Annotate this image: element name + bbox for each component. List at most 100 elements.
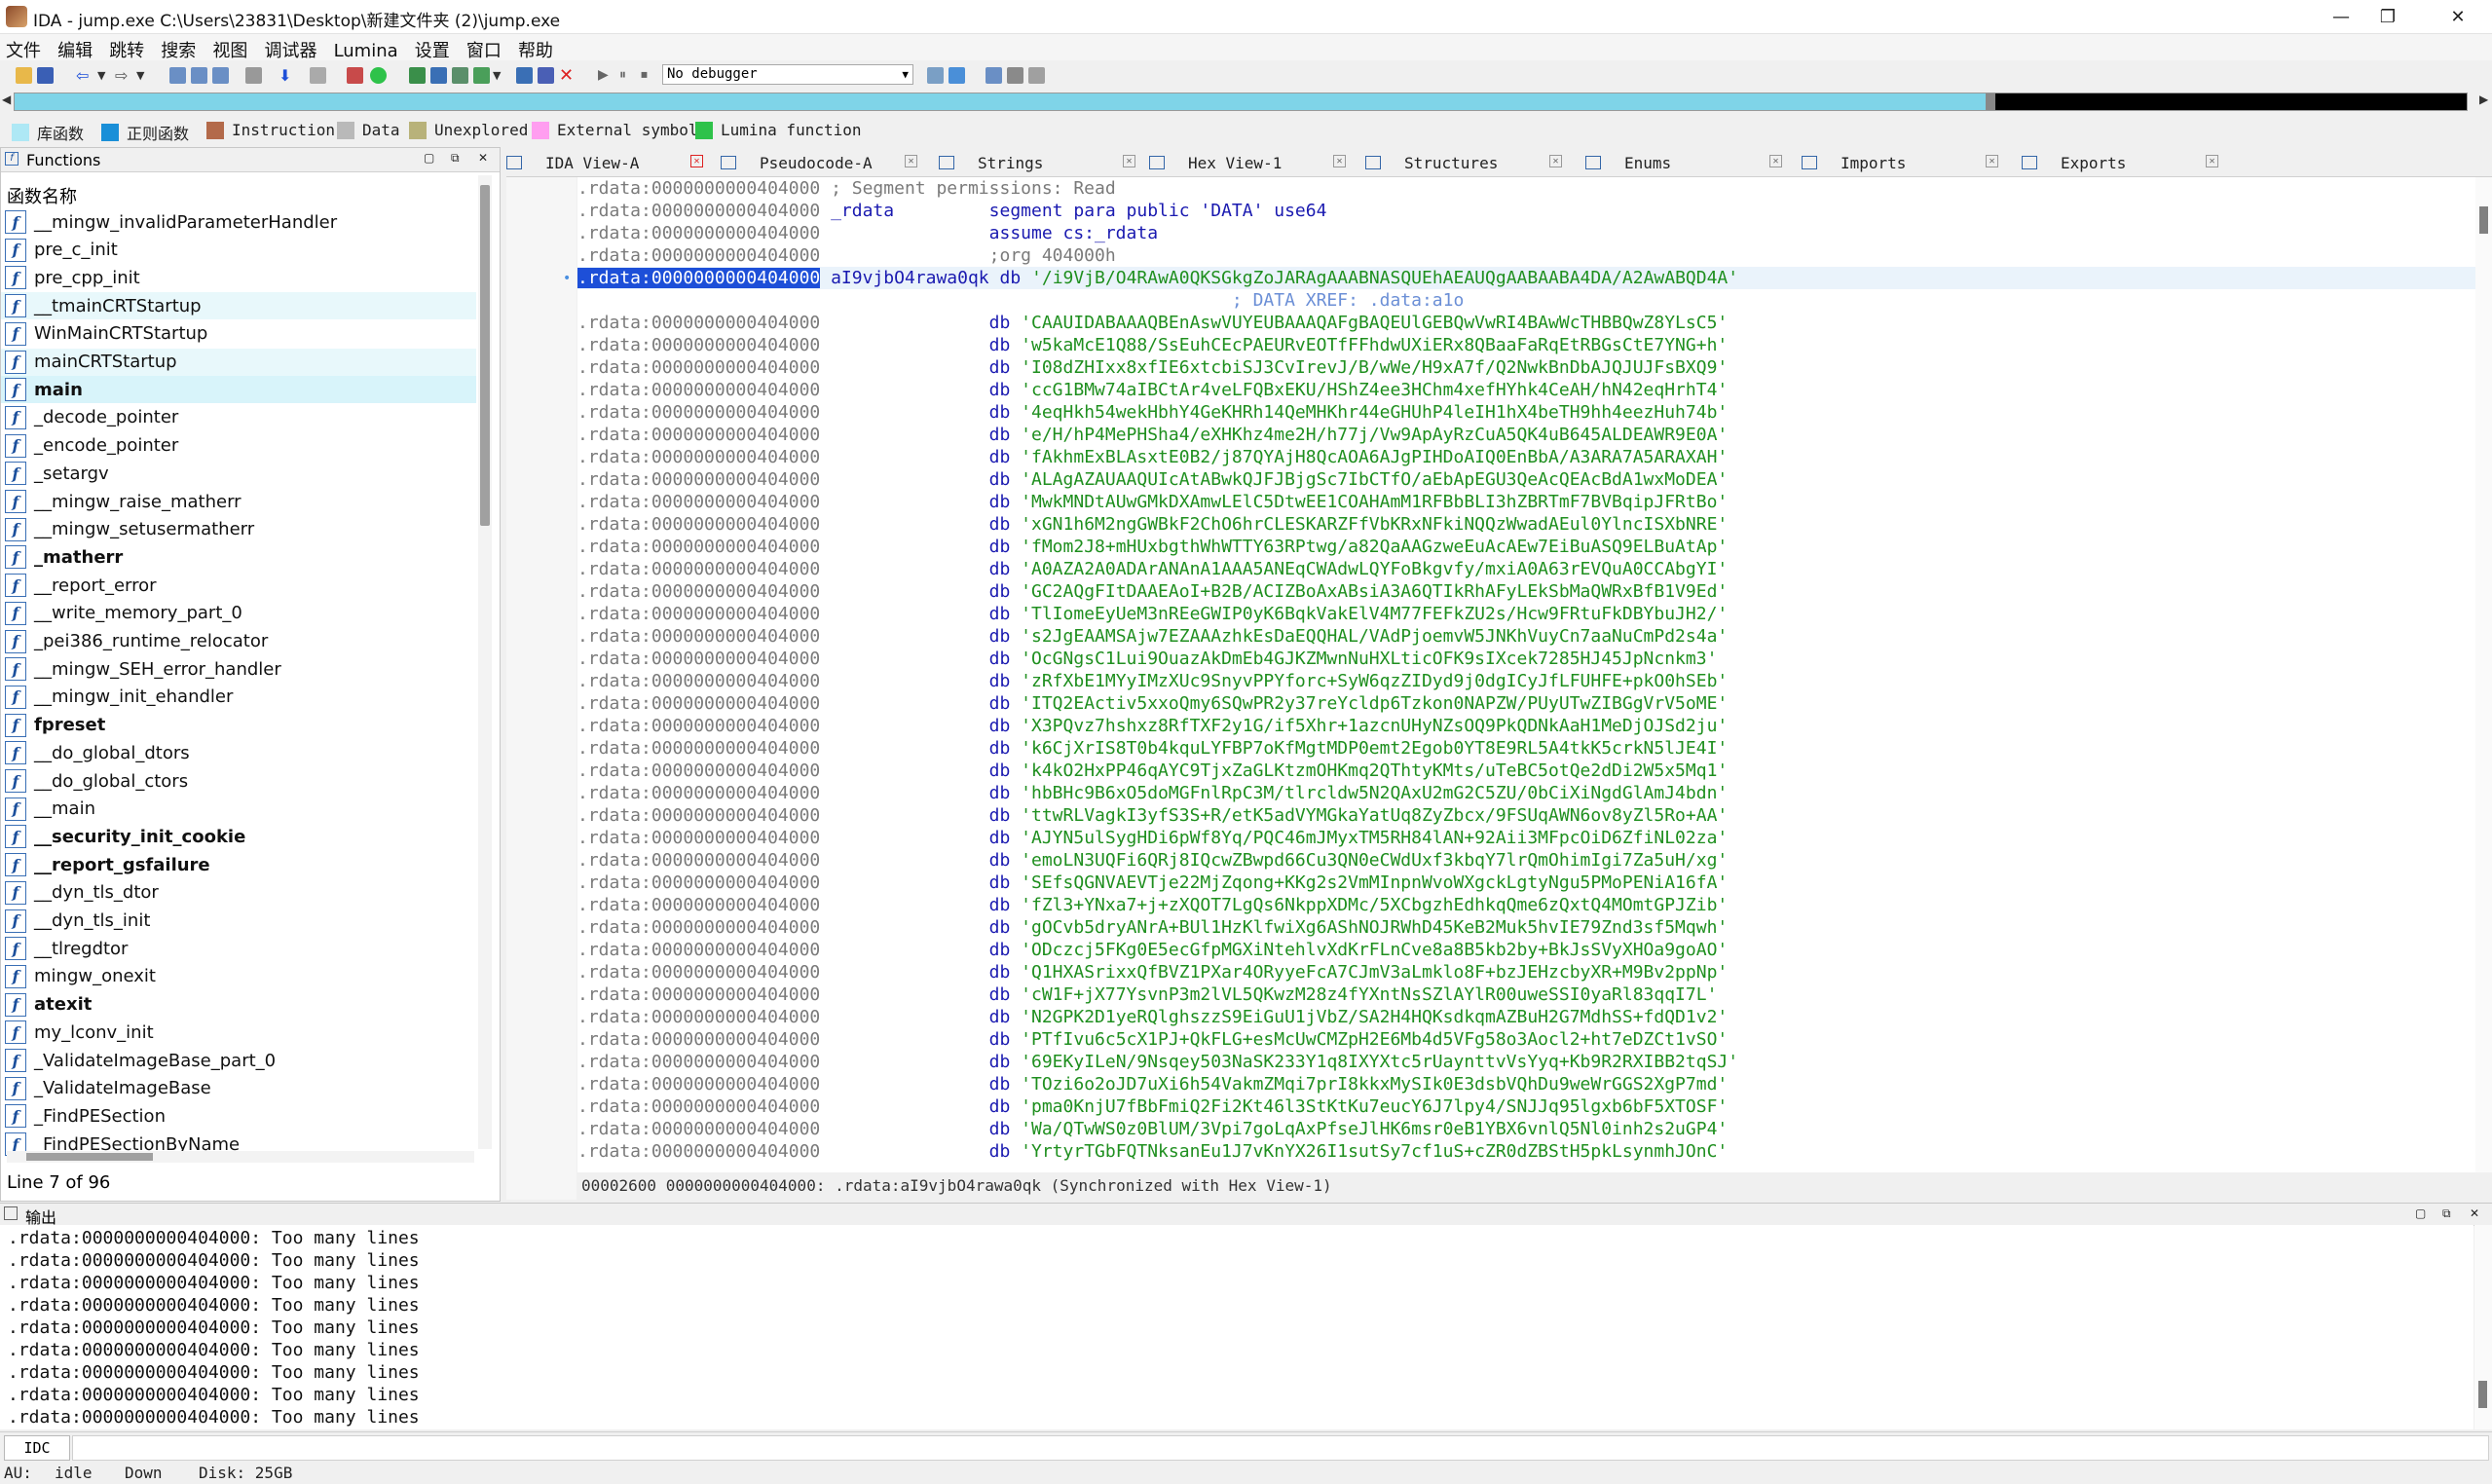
disasm-line[interactable]: .rdata:0000000000404000 db 'gOCvb5dryANr… bbox=[577, 916, 2475, 939]
functions-horizontal-scrollbar[interactable] bbox=[7, 1151, 474, 1163]
function-row[interactable]: f main bbox=[1, 376, 476, 404]
code-icon[interactable] bbox=[245, 67, 262, 84]
function-row[interactable]: f __tlregdtor bbox=[1, 935, 476, 962]
disasm-line[interactable]: .rdata:0000000000404000 db 'emoLN3UQFi6Q… bbox=[577, 849, 2475, 872]
names-dropdown-icon[interactable]: ▼ bbox=[493, 67, 509, 84]
idc-command-input[interactable] bbox=[72, 1435, 2489, 1461]
disasm-line[interactable]: .rdata:0000000000404000 db 'YrtyrTGbFQTN… bbox=[577, 1140, 2475, 1163]
scrollbar-thumb[interactable] bbox=[26, 1153, 153, 1161]
scrollbar-thumb[interactable] bbox=[2479, 206, 2488, 234]
disasm-line[interactable]: .rdata:0000000000404000 assume cs:_rdata bbox=[577, 222, 2475, 244]
xrefs-icon[interactable] bbox=[452, 67, 468, 84]
function-row[interactable]: f __security_init_cookie bbox=[1, 823, 476, 850]
functions-column-header[interactable]: 函数名称 bbox=[7, 183, 77, 208]
function-row[interactable]: f __mingw_invalidParameterHandler bbox=[1, 208, 476, 236]
disasm-line[interactable]: .rdata:0000000000404000 db 'ITQ2EActiv5x… bbox=[577, 692, 2475, 715]
jump-down-icon[interactable]: ⬇ bbox=[279, 67, 295, 84]
disasm-line[interactable]: .rdata:0000000000404000 db 'cW1F+jX77Ysv… bbox=[577, 983, 2475, 1006]
disasm-line[interactable]: .rdata:0000000000404000 _rdata segment p… bbox=[577, 200, 2475, 222]
function-row[interactable]: f pre_c_init bbox=[1, 237, 476, 264]
attach-icon[interactable] bbox=[927, 67, 944, 84]
tab-structures[interactable]: Structures ✕ bbox=[1365, 149, 1570, 176]
menu-jump[interactable]: 跳转 bbox=[103, 34, 150, 62]
copy-icon[interactable] bbox=[169, 67, 186, 84]
graph-icon[interactable] bbox=[347, 67, 363, 84]
function-row[interactable]: f __mingw_SEH_error_handler bbox=[1, 655, 476, 683]
panel-float-icon[interactable]: ⧉ bbox=[2442, 1206, 2451, 1221]
disasm-line[interactable]: .rdata:0000000000404000 db 'Wa/QTwWS0z0B… bbox=[577, 1118, 2475, 1140]
tab-close-icon[interactable]: ✕ bbox=[1333, 155, 1346, 167]
function-row[interactable]: f _ValidateImageBase_part_0 bbox=[1, 1047, 476, 1074]
menu-lumina[interactable]: Lumina bbox=[328, 38, 404, 61]
disasm-line[interactable]: .rdata:0000000000404000 db 'PTfIvu6c5cX1… bbox=[577, 1028, 2475, 1051]
disasm-line[interactable]: .rdata:0000000000404000 db 'k6CjXrIS8T0b… bbox=[577, 737, 2475, 760]
disasm-line[interactable]: .rdata:0000000000404000 ; Segment permis… bbox=[577, 177, 2475, 200]
stop-icon[interactable]: ✕ bbox=[559, 67, 576, 85]
navigation-strip[interactable] bbox=[14, 93, 2468, 111]
segments-icon[interactable] bbox=[538, 67, 554, 84]
idc-language-button[interactable]: IDC bbox=[4, 1435, 70, 1461]
output-vertical-scrollbar[interactable] bbox=[2474, 1225, 2492, 1429]
breakpoint-list-icon[interactable] bbox=[986, 67, 1002, 84]
function-row[interactable]: f _setargv bbox=[1, 460, 476, 487]
disasm-line[interactable]: .rdata:0000000000404000 db 'ttwRLVagkI3y… bbox=[577, 804, 2475, 827]
disasm-line[interactable]: .rdata:0000000000404000 db '4eqHkh54wekH… bbox=[577, 401, 2475, 424]
scrollbar-thumb[interactable] bbox=[2478, 1381, 2487, 1408]
function-row[interactable]: f _pei386_runtime_relocator bbox=[1, 628, 476, 655]
names-icon[interactable] bbox=[473, 67, 490, 84]
menu-edit[interactable]: 编辑 bbox=[52, 34, 98, 62]
function-row[interactable]: f mingw_onexit bbox=[1, 963, 476, 990]
disasm-line[interactable]: .rdata:0000000000404000 db 'pma0KnjU7fBb… bbox=[577, 1095, 2475, 1118]
function-row[interactable]: f __do_global_dtors bbox=[1, 739, 476, 766]
forward-icon[interactable]: ⇨ bbox=[115, 67, 131, 84]
function-row[interactable]: f _ValidateImageBase bbox=[1, 1075, 476, 1102]
panel-float-icon[interactable]: ⧉ bbox=[451, 151, 460, 166]
tab-imports[interactable]: Imports ✕ bbox=[1802, 149, 2006, 176]
function-row[interactable]: f __tmainCRTStartup bbox=[1, 292, 476, 320]
disasm-line[interactable]: .rdata:0000000000404000 db 'AJYN5ulSygHD… bbox=[577, 827, 2475, 849]
disasm-line[interactable]: .rdata:0000000000404000 db 'k4kO2HxPP46q… bbox=[577, 760, 2475, 782]
tab-pseudocode-a[interactable]: Pseudocode-A ✕ bbox=[721, 149, 925, 176]
menu-help[interactable]: 帮助 bbox=[512, 34, 559, 62]
search-binary-icon[interactable] bbox=[212, 67, 229, 84]
function-row[interactable]: f __mingw_init_ehandler bbox=[1, 684, 476, 711]
back-dropdown-icon[interactable]: ▼ bbox=[97, 67, 114, 84]
disasm-line[interactable]: .rdata:0000000000404000 db 'w5kaMcE1Q88/… bbox=[577, 334, 2475, 356]
function-row[interactable]: f __report_gsfailure bbox=[1, 851, 476, 878]
tab-hex-view-1[interactable]: Hex View-1 ✕ bbox=[1149, 149, 1354, 176]
stop-debug-icon[interactable]: ⏹ bbox=[641, 67, 657, 84]
tab-close-icon[interactable]: ✕ bbox=[1549, 155, 1562, 167]
function-row[interactable]: f __write_memory_part_0 bbox=[1, 600, 476, 627]
disasm-line[interactable]: .rdata:0000000000404000 db 'Q1HXASrixxQf… bbox=[577, 961, 2475, 983]
tab-close-icon[interactable]: ✕ bbox=[1769, 155, 1782, 167]
disasm-line[interactable]: .rdata:0000000000404000 db 'ccG1BMw74aIB… bbox=[577, 379, 2475, 401]
disasm-line[interactable]: .rdata:0000000000404000 db 'I08dZHIxx8xf… bbox=[577, 356, 2475, 379]
tab-exports[interactable]: Exports ✕ bbox=[2022, 149, 2226, 176]
menu-search[interactable]: 搜索 bbox=[155, 34, 202, 62]
disasm-line-current[interactable]: .rdata:0000000000404000 aI9vjbO4rawa0qk … bbox=[577, 267, 2475, 289]
open-icon[interactable] bbox=[16, 67, 32, 84]
function-row[interactable]: f _FindPESection bbox=[1, 1102, 476, 1130]
disasm-line[interactable]: .rdata:0000000000404000 db 'TlIomeEyUeM3… bbox=[577, 603, 2475, 625]
function-row[interactable]: f __mingw_raise_matherr bbox=[1, 488, 476, 515]
disasm-xref-line[interactable]: ; DATA XREF: .data:a1o bbox=[577, 289, 2475, 312]
disasm-line[interactable]: .rdata:0000000000404000 db 'hbBHc9B6xO5d… bbox=[577, 782, 2475, 804]
menu-debugger[interactable]: 调试器 bbox=[258, 34, 322, 62]
function-row[interactable]: f __mingw_setusermatherr bbox=[1, 516, 476, 543]
disasm-line[interactable]: .rdata:0000000000404000 db 'ODczcj5FKg0E… bbox=[577, 939, 2475, 961]
disasm-line[interactable]: .rdata:0000000000404000 db 'N2GPK2D1yeRQ… bbox=[577, 1006, 2475, 1028]
function-row[interactable]: f _decode_pointer bbox=[1, 404, 476, 431]
structures-icon[interactable] bbox=[409, 67, 426, 84]
function-row[interactable]: f atexit bbox=[1, 991, 476, 1019]
disasm-line[interactable]: .rdata:0000000000404000 ;org 404000h bbox=[577, 244, 2475, 267]
tab-close-icon[interactable]: ✕ bbox=[1986, 155, 1998, 167]
disasm-line[interactable]: .rdata:0000000000404000 db 'e/H/hP4MePHS… bbox=[577, 424, 2475, 446]
scrollbar-thumb[interactable] bbox=[480, 185, 490, 526]
refresh-icon[interactable] bbox=[948, 67, 965, 84]
nav-right-arrow-icon[interactable]: ▶ bbox=[2479, 93, 2488, 106]
close-button[interactable]: ✕ bbox=[2431, 0, 2485, 33]
forward-dropdown-icon[interactable]: ▼ bbox=[136, 67, 153, 84]
function-row[interactable]: f mainCRTStartup bbox=[1, 348, 476, 376]
play-icon[interactable]: ▶ bbox=[598, 67, 614, 84]
run-script-icon[interactable] bbox=[370, 67, 387, 84]
